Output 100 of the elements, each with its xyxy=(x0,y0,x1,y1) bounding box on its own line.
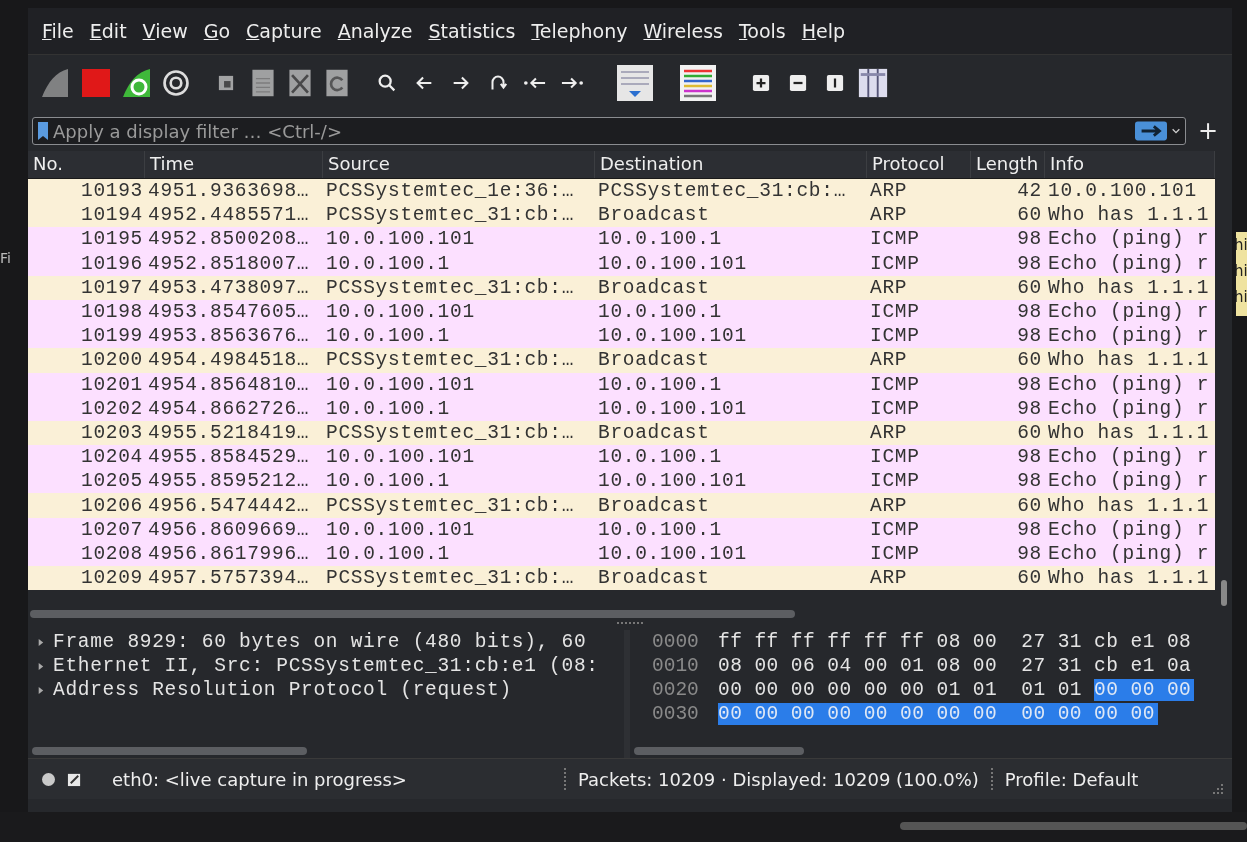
packet-length: 98 xyxy=(1016,252,1043,275)
packet-info: Echo (ping) r xyxy=(1047,252,1211,275)
scrollbar-thumb[interactable] xyxy=(30,610,795,618)
menu-item[interactable]: Telephony xyxy=(523,20,636,42)
packet-number: 10204 xyxy=(80,446,144,469)
resize-grip-icon[interactable] xyxy=(1212,783,1224,795)
packet-time: 4956.8617996… xyxy=(147,542,311,565)
protocol-tree-item[interactable]: Frame 8929: 60 bytes on wire (480 bits), 60 xyxy=(28,630,624,654)
scrollbar-thumb[interactable] xyxy=(32,747,307,755)
packet-length: 98 xyxy=(1016,518,1043,541)
menu-item[interactable]: Statistics xyxy=(420,20,524,42)
column-header[interactable]: Protocol xyxy=(867,151,971,178)
column-header[interactable]: No. xyxy=(28,151,145,178)
hex-byte: cb xyxy=(1094,655,1120,677)
menu-item[interactable]: Capture xyxy=(238,20,330,42)
protocol-tree-item[interactable]: Address Resolution Protocol (request) xyxy=(28,678,624,702)
packet-row[interactable]: 10199 4953.8563676… 10.0.100.1 10.0.100.101 ICMP 98 Echo (ping) r xyxy=(28,324,1215,349)
filter-text-input[interactable]: Apply a display filter … <Ctrl-/> xyxy=(53,120,1131,142)
scrollbar-thumb[interactable] xyxy=(1221,580,1227,606)
packet-length: 60 xyxy=(1016,276,1043,299)
packet-protocol: ARP xyxy=(869,180,909,203)
packet-row[interactable]: 10207 4956.8609669… 10.0.100.101 10.0.100.1 ICMP 98 Echo (ping) r xyxy=(28,517,1215,542)
splitter-handle[interactable] xyxy=(617,622,643,627)
scrollbar-thumb[interactable] xyxy=(634,747,804,755)
packet-number: 10199 xyxy=(80,325,144,348)
add-filter-button[interactable]: + xyxy=(1191,119,1224,143)
bookmark-icon[interactable] xyxy=(37,121,49,141)
menu-item[interactable]: Help xyxy=(793,20,854,42)
menu-item[interactable]: Wireless xyxy=(635,20,731,42)
packet-row[interactable]: 10197 4953.4738097… PCSSystemtec_31:cb:… Broadcast ARP 60 Who has 1.1.1 xyxy=(28,275,1215,300)
packet-row[interactable]: 10203 4955.5218419… PCSSystemtec_31:cb:… Broadcast ARP 60 Who has 1.1.1 xyxy=(28,420,1215,446)
packet-number: 10207 xyxy=(80,518,144,541)
capture-status-icon[interactable] xyxy=(42,772,55,786)
expand-arrow-icon[interactable] xyxy=(36,685,45,695)
expand-arrow-icon[interactable] xyxy=(36,661,45,671)
capture-status-text: eth0: <live capture in progress> xyxy=(112,768,408,790)
edit-comment-icon[interactable] xyxy=(67,771,82,787)
column-header[interactable]: Source xyxy=(323,151,595,178)
packet-info: Echo (ping) r xyxy=(1047,373,1211,396)
packet-info: Who has 1.1.1 xyxy=(1047,567,1211,590)
autoscroll-icon[interactable] xyxy=(615,63,655,103)
display-filter-field[interactable]: Apply a display filter … <Ctrl-/> xyxy=(32,117,1186,145)
packet-number: 10202 xyxy=(80,397,144,420)
hex-byte: 06 xyxy=(790,655,817,677)
packet-info: Echo (ping) r xyxy=(1047,397,1211,420)
packet-count-text: Packets: 10209 · Displayed: 10209 (100.0%) xyxy=(578,768,979,790)
packet-row[interactable]: 10206 4956.5474442… PCSSystemtec_31:cb:… Broadcast ARP 60 Who has 1.1.1 xyxy=(28,493,1215,518)
hex-byte: 01 xyxy=(900,655,926,677)
column-header[interactable]: Time xyxy=(145,151,323,178)
expand-arrow-icon[interactable] xyxy=(36,637,45,647)
packet-row[interactable]: 10209 4957.5757394… PCSSystemtec_31:cb:… Broadcast ARP 60 Who has 1.1.1 xyxy=(28,566,1215,591)
packet-row[interactable]: 10200 4954.4984518… PCSSystemtec_31:cb:… Broadcast ARP 60 Who has 1.1.1 xyxy=(28,348,1215,373)
column-header[interactable]: Length xyxy=(971,151,1045,178)
packet-time: 4953.8563676… xyxy=(147,325,311,348)
hex-byte: 00 xyxy=(900,679,926,701)
menu-item[interactable]: Go xyxy=(195,20,239,42)
hex-byte: 01 xyxy=(1057,679,1084,701)
packet-row[interactable]: 10195 4952.8500208… 10.0.100.101 10.0.100.1 ICMP 98 Echo (ping) r xyxy=(28,227,1215,252)
packet-number: 10193 xyxy=(80,180,144,203)
protocol-tree-item[interactable]: Ethernet II, Src: PCSSystemtec_31:cb:e1 (08: xyxy=(28,654,624,678)
packet-row[interactable]: 10208 4956.8617996… 10.0.100.1 10.0.100.101 ICMP 98 Echo (ping) r xyxy=(28,541,1215,566)
packet-protocol: ICMP xyxy=(869,373,921,396)
profile-label[interactable]: Profile: Default xyxy=(1004,768,1139,790)
packet-row[interactable]: 10202 4954.8662726… 10.0.100.1 10.0.100.101 ICMP 98 Echo (ping) r xyxy=(28,396,1215,421)
column-header[interactable]: Destination xyxy=(595,151,867,178)
packet-info: Echo (ping) r xyxy=(1047,301,1211,324)
packet-destination: Broadcast xyxy=(597,276,711,299)
protocol-tree-label: Address Resolution Protocol (request) xyxy=(53,679,512,701)
packet-info: Who has 1.1.1 xyxy=(1047,276,1211,299)
menu-item[interactable]: View xyxy=(134,20,196,42)
packet-number: 10208 xyxy=(80,542,144,565)
hex-byte: 00 xyxy=(790,679,817,701)
packet-protocol: ARP xyxy=(869,494,909,517)
hex-byte: 01 xyxy=(972,679,999,701)
packet-length: 60 xyxy=(1016,204,1043,227)
packet-number: 10197 xyxy=(80,276,144,299)
packet-destination: 10.0.100.101 xyxy=(597,397,748,420)
packet-length: 98 xyxy=(1016,373,1043,396)
menu-item[interactable]: Analyze xyxy=(329,20,421,42)
protocol-tree-label: Frame 8929: 60 bytes on wire (480 bits), 60 xyxy=(53,631,587,653)
packet-row[interactable]: 10193 4951.9363698… PCSSystemtec_1e:36:… PCSSystemtec_31:cb:… ARP 42 10.0.100.101 xyxy=(28,179,1215,204)
packet-source: 10.0.100.101 xyxy=(325,301,476,324)
hex-byte: 00 xyxy=(1130,703,1158,725)
packet-row[interactable]: 10194 4952.4485571… PCSSystemtec_31:cb:… Broadcast ARP 60 Who has 1.1.1 xyxy=(28,203,1215,228)
packet-protocol: ICMP xyxy=(869,470,921,493)
packet-time: 4956.5474442… xyxy=(147,494,311,517)
dropdown-caret-icon[interactable] xyxy=(1170,126,1181,136)
menu-item[interactable]: Tools xyxy=(730,20,794,42)
packet-destination: 10.0.100.1 xyxy=(597,373,724,396)
packet-row[interactable]: 10198 4953.8547605… 10.0.100.101 10.0.100.1 ICMP 98 Echo (ping) r xyxy=(28,299,1215,325)
menu-item[interactable]: Edit xyxy=(81,20,135,42)
packet-row[interactable]: 10196 4952.8518007… 10.0.100.1 10.0.100.101 ICMP 98 Echo (ping) r xyxy=(28,251,1215,276)
menu-item[interactable]: File xyxy=(34,20,82,42)
hex-offset: 0000 xyxy=(651,631,700,653)
packet-row[interactable]: 10204 4955.8584529… 10.0.100.101 10.0.100.1 ICMP 98 Echo (ping) r xyxy=(28,445,1215,470)
packet-row[interactable]: 10201 4954.8564810… 10.0.100.101 10.0.100.1 ICMP 98 Echo (ping) r xyxy=(28,372,1215,397)
colorize-icon[interactable] xyxy=(678,63,718,103)
packet-destination: Broadcast xyxy=(597,349,711,372)
packet-row[interactable]: 10205 4955.8595212… 10.0.100.1 10.0.100.101 ICMP 98 Echo (ping) r xyxy=(28,469,1215,494)
hex-byte: 00 xyxy=(1130,679,1167,701)
